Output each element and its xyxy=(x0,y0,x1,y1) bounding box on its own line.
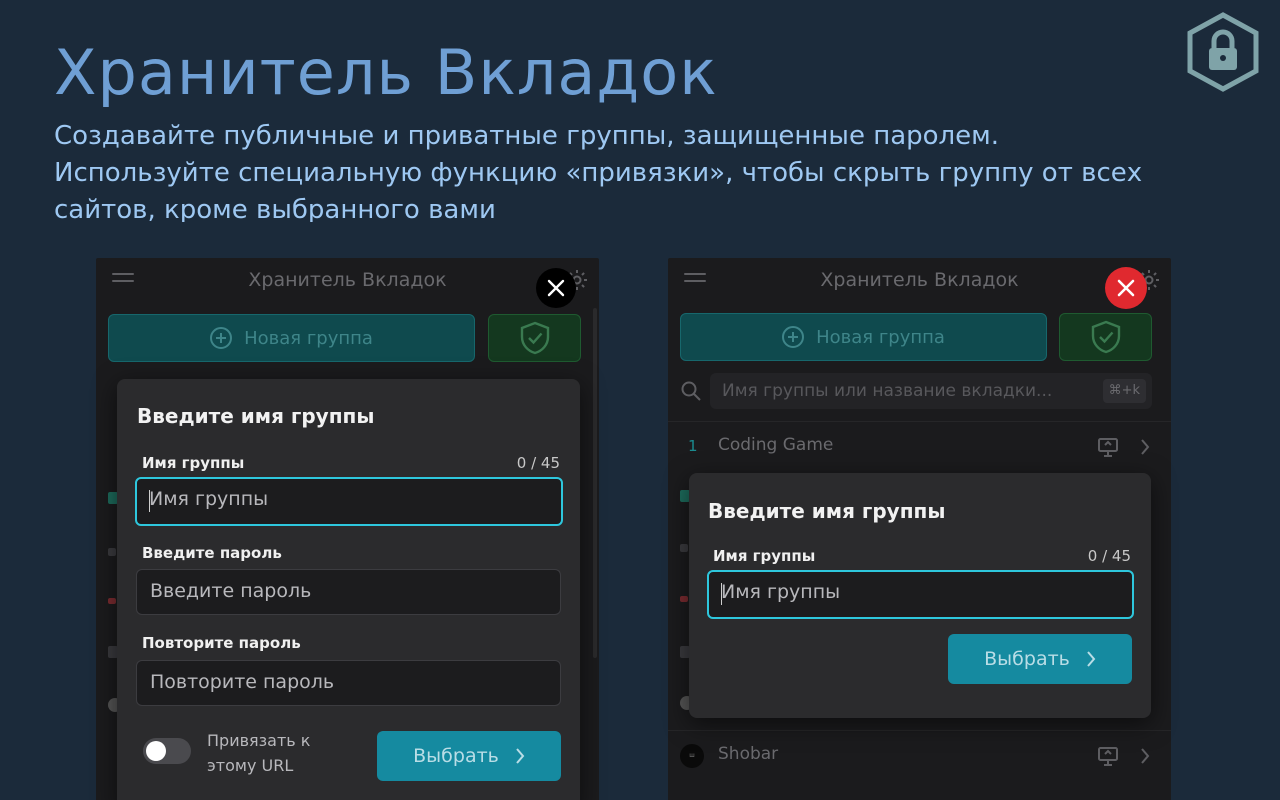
choose-label: Выбрать xyxy=(984,648,1070,670)
panel-header: Хранитель Вкладок xyxy=(96,258,599,304)
search-row: Имя группы или название вкладки... ⌘+k xyxy=(668,370,1171,412)
chevron-right-icon xyxy=(516,748,525,764)
chevron-right-icon xyxy=(1087,651,1096,667)
row-marker xyxy=(108,598,116,604)
group-name-label: Имя группы xyxy=(713,547,816,565)
group-row[interactable]: ш Shobar xyxy=(668,730,1171,780)
row-marker xyxy=(680,544,688,552)
group-name-input[interactable]: Имя группы xyxy=(707,570,1134,619)
modal-title: Введите имя группы xyxy=(137,404,375,428)
repeat-password-input[interactable]: Повторите пароль xyxy=(136,660,561,706)
new-group-button[interactable]: Новая группа xyxy=(680,313,1047,361)
name-char-counter: 0 / 45 xyxy=(516,454,560,472)
search-icon xyxy=(681,381,701,401)
chevron-right-icon[interactable] xyxy=(1139,746,1151,766)
private-groups-button[interactable] xyxy=(1059,313,1152,361)
app-title: Хранитель Вкладок xyxy=(820,269,1019,291)
plus-circle-icon xyxy=(782,326,805,348)
private-groups-button[interactable] xyxy=(488,314,581,362)
repeat-password-label: Повторите пароль xyxy=(142,634,301,652)
new-group-label: Новая группа xyxy=(244,327,373,349)
password-label: Введите пароль xyxy=(142,544,282,562)
shield-check-icon xyxy=(1091,320,1120,354)
new-group-label: Новая группа xyxy=(816,326,945,348)
lock-shield-icon xyxy=(1187,12,1259,92)
shobar-logo: ш xyxy=(680,744,704,768)
row-marker xyxy=(680,596,688,602)
app-title: Хранитель Вкладок xyxy=(248,269,447,291)
group-row[interactable]: 1 Coding Game xyxy=(668,421,1171,471)
choose-label: Выбрать xyxy=(413,745,499,767)
close-button[interactable] xyxy=(1105,267,1147,309)
close-icon xyxy=(1117,279,1135,297)
hero-description: Создавайте публичные и приватные группы,… xyxy=(54,121,1143,222)
panel-header: Хранитель Вкладок xyxy=(668,258,1171,304)
choose-button[interactable]: Выбрать xyxy=(948,634,1132,684)
password-input[interactable]: Введите пароль xyxy=(136,569,561,615)
monitor-icon[interactable] xyxy=(1097,436,1119,458)
new-group-button[interactable]: Новая группа xyxy=(108,314,475,362)
search-shortcut: ⌘+k xyxy=(1102,379,1146,403)
hero-title: Хранитель Вкладок xyxy=(54,36,718,109)
modal-title: Введите имя группы xyxy=(708,499,946,523)
group-name-input[interactable]: Имя группы xyxy=(135,477,563,526)
plus-circle-icon xyxy=(210,327,233,349)
row-label: Coding Game xyxy=(718,435,834,455)
monitor-icon[interactable] xyxy=(1097,745,1119,767)
bind-url-label: Привязать к этому URL xyxy=(207,731,311,775)
chevron-right-icon[interactable] xyxy=(1139,437,1151,457)
shield-check-icon xyxy=(520,321,549,355)
row-marker xyxy=(108,548,116,556)
create-group-modal: Введите имя группы Имя группы 0 / 45 Имя… xyxy=(117,379,580,800)
bind-url-toggle[interactable] xyxy=(143,738,191,764)
scrollbar[interactable] xyxy=(593,308,597,658)
search-placeholder: Имя группы или название вкладки... xyxy=(722,381,1053,401)
search-input[interactable]: Имя группы или название вкладки... ⌘+k xyxy=(710,373,1152,409)
close-icon xyxy=(547,279,565,297)
name-char-counter: 0 / 45 xyxy=(1087,547,1131,565)
group-name-label: Имя группы xyxy=(142,454,245,472)
row-label: Shobar xyxy=(718,744,779,764)
close-button[interactable] xyxy=(536,268,576,308)
choose-button[interactable]: Выбрать xyxy=(377,731,561,781)
row-number: 1 xyxy=(688,437,698,455)
create-group-modal: Введите имя группы Имя группы 0 / 45 Имя… xyxy=(689,473,1151,718)
